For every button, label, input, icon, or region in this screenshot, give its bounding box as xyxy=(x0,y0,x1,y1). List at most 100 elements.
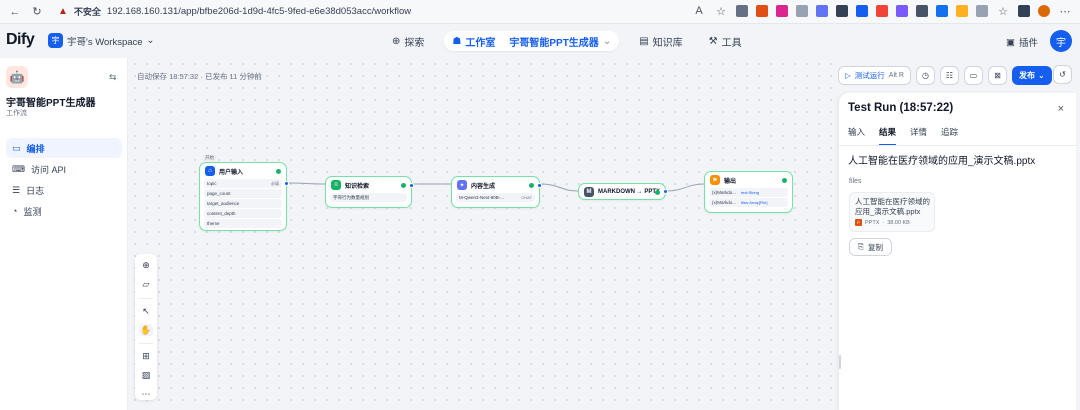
node-title: 知识检索 xyxy=(345,183,370,190)
conversation-variables-icon[interactable]: ⊠ xyxy=(987,65,1007,85)
file-meta: P PPTX · 38.00 KB xyxy=(855,219,929,226)
extension-icon[interactable] xyxy=(876,5,888,17)
nav-knowledge[interactable]: ▤ 知识库 xyxy=(633,31,688,51)
variable-row: theme xyxy=(204,219,282,228)
add-node-icon[interactable]: ⊕ xyxy=(139,260,153,272)
file-size: 38.00 KB xyxy=(887,219,910,226)
panel-resize-handle[interactable] xyxy=(839,355,841,369)
plugins-button[interactable]: ▣ 插件 xyxy=(1006,35,1038,50)
workflow-canvas[interactable]: 自动保存 18:57:32 · 已发布 11 分钟前 开始 ⌂ 用户输入 top… xyxy=(129,58,837,410)
extension-icon[interactable] xyxy=(896,5,908,17)
nav-studio[interactable]: ☗ 工作室 宇哥智能PPT生成器 ⌄ xyxy=(444,31,620,51)
divider xyxy=(139,297,153,299)
node-output[interactable]: ⚑ 输出 (x)Markdo... text:String (x)Markdo..… xyxy=(704,171,793,213)
layout-icon: ▭ xyxy=(12,142,21,153)
reload-icon[interactable]: ↻ xyxy=(30,5,44,19)
extension-icon[interactable] xyxy=(756,5,768,17)
current-app-name[interactable]: 宇哥智能PPT生成器 xyxy=(509,34,598,49)
extension-icon[interactable] xyxy=(916,5,928,17)
copy-button[interactable]: ⎘ 复制 xyxy=(849,238,892,256)
play-icon: ▷ xyxy=(845,70,851,80)
test-run-button[interactable]: ▷ 测试运行 Alt R xyxy=(838,65,911,85)
nav-explore[interactable]: ⊕ 探索 xyxy=(386,31,430,51)
panel-title: Test Run (18:57:22) xyxy=(848,102,954,114)
extension-icon[interactable] xyxy=(796,5,808,17)
success-status-icon xyxy=(655,190,660,195)
organize-icon[interactable]: ⊞ xyxy=(139,351,153,363)
pointer-icon[interactable]: ↖ xyxy=(139,305,153,317)
output-variable-row: (x)Markdo... files:Array[File] xyxy=(709,198,788,207)
node-start[interactable]: 开始 ⌂ 用户输入 topic 必填 page_count target_audi… xyxy=(199,155,289,231)
extension-icon[interactable] xyxy=(976,5,988,17)
divider xyxy=(839,145,1077,146)
result-text: 人工智能在医疗领域的应用_演示文稿.pptx xyxy=(848,156,1036,167)
profile-icon[interactable] xyxy=(1038,5,1050,17)
tab-input[interactable]: 输入 xyxy=(848,126,865,146)
extension-icon[interactable] xyxy=(936,5,948,17)
node-knowledge-retrieval[interactable]: ≡ 知识检索 宇哥行为数量规划 xyxy=(325,176,414,208)
publish-button[interactable]: 发布 ⌄ xyxy=(1011,65,1052,85)
separator: · xyxy=(882,219,885,226)
sidebar-item-api[interactable]: ⌨ 访问 API xyxy=(6,159,122,179)
nav-tools[interactable]: ⚒ 工具 xyxy=(703,31,748,51)
back-icon[interactable]: ← xyxy=(8,5,22,19)
file-card[interactable]: 人工智能在医疗领域的应用_演示文稿.pptx P PPTX · 38.00 KB xyxy=(849,192,935,232)
user-avatar[interactable]: 宇 xyxy=(1050,30,1072,52)
extension-icon[interactable] xyxy=(736,5,748,17)
extension-icon[interactable] xyxy=(836,5,848,17)
extension-icon[interactable] xyxy=(776,5,788,17)
sidebar-item-monitor[interactable]: ◔ 监测 xyxy=(6,201,122,221)
pptx-file-icon: P xyxy=(855,219,862,226)
output-port[interactable] xyxy=(409,183,414,188)
database-icon: ≡ xyxy=(331,180,341,190)
more-icon[interactable]: ⋯ xyxy=(1058,4,1072,18)
close-icon[interactable]: × xyxy=(1058,103,1064,115)
extension-icon[interactable] xyxy=(856,5,868,17)
output-port[interactable] xyxy=(537,183,542,188)
success-status-icon xyxy=(276,169,281,174)
collapse-sidebar-icon[interactable]: ⇆ xyxy=(109,72,117,83)
hand-icon[interactable]: ✋ xyxy=(139,324,153,336)
extension-icon[interactable] xyxy=(956,5,968,17)
favorite-star-icon[interactable]: ☆ xyxy=(714,4,728,18)
insecure-label: 不安全 xyxy=(73,7,101,17)
address-bar[interactable]: ▲ 不安全 192.168.160.131/app/bfbe206d-1d9d-… xyxy=(52,3,417,21)
favorites-icon[interactable]: ☆ xyxy=(996,4,1010,18)
file-type: PPTX xyxy=(865,219,880,226)
checklist-icon[interactable]: ☷ xyxy=(939,65,959,85)
node-llm[interactable]: ✦ 内容生成 M-Qwen3-Next-80B-... CHAT xyxy=(451,176,542,208)
success-status-icon xyxy=(782,178,787,183)
app-name: 宇哥智能PPT生成器 xyxy=(6,98,96,109)
variable-row: target_audience xyxy=(204,199,282,208)
node-markdown-pptx[interactable]: M MARKDOWN → PPTX xyxy=(578,183,668,200)
canvas-toolbar: ⊕ ▱ ↖ ✋ ⊞ ▨ ⋯ xyxy=(135,254,157,400)
dashboard-icon: ◔ xyxy=(12,206,18,216)
sidebar-item-logs[interactable]: ☰ 日志 xyxy=(6,180,122,200)
tab-detail[interactable]: 详情 xyxy=(910,126,927,146)
workspace-avatar: 宇 xyxy=(48,33,63,48)
sidebar-item-orchestrate[interactable]: ▭ 编排 xyxy=(6,138,122,158)
chevron-down-icon: ⌄ xyxy=(602,35,612,47)
tab-tracing[interactable]: 追踪 xyxy=(941,126,958,146)
env-variables-icon[interactable]: ▭ xyxy=(963,65,983,85)
file-name: 人工智能在医疗领域的应用_演示文稿.pptx xyxy=(855,197,930,216)
run-toolbar: ▷ 测试运行 Alt R ◷ ☷ ▭ ⊠ 发布 ⌄ xyxy=(838,65,1074,85)
output-port[interactable] xyxy=(663,189,668,194)
extension-icon[interactable] xyxy=(816,5,828,17)
edge-markdown-output xyxy=(665,183,705,192)
export-image-icon[interactable]: ▨ xyxy=(139,370,153,382)
more-icon[interactable]: ⋯ xyxy=(139,388,153,400)
read-aloud-icon[interactable]: A xyxy=(692,4,706,18)
edges-layer xyxy=(286,182,705,192)
node-badge: 开始 xyxy=(203,155,216,161)
tab-result[interactable]: 结果 xyxy=(879,126,897,146)
version-history-icon[interactable]: ↺ xyxy=(1053,65,1072,84)
collections-icon[interactable] xyxy=(1018,5,1030,17)
node-title: 内容生成 xyxy=(471,183,496,190)
edge-llm-markdown xyxy=(539,183,579,192)
workspace-switcher[interactable]: 宇 宇哥's Workspace ⌄ xyxy=(48,33,155,48)
run-history-icon[interactable]: ◷ xyxy=(915,65,935,85)
output-port[interactable] xyxy=(284,181,289,186)
add-note-icon[interactable]: ▱ xyxy=(139,279,153,291)
dify-logo[interactable]: Dify xyxy=(6,31,35,49)
